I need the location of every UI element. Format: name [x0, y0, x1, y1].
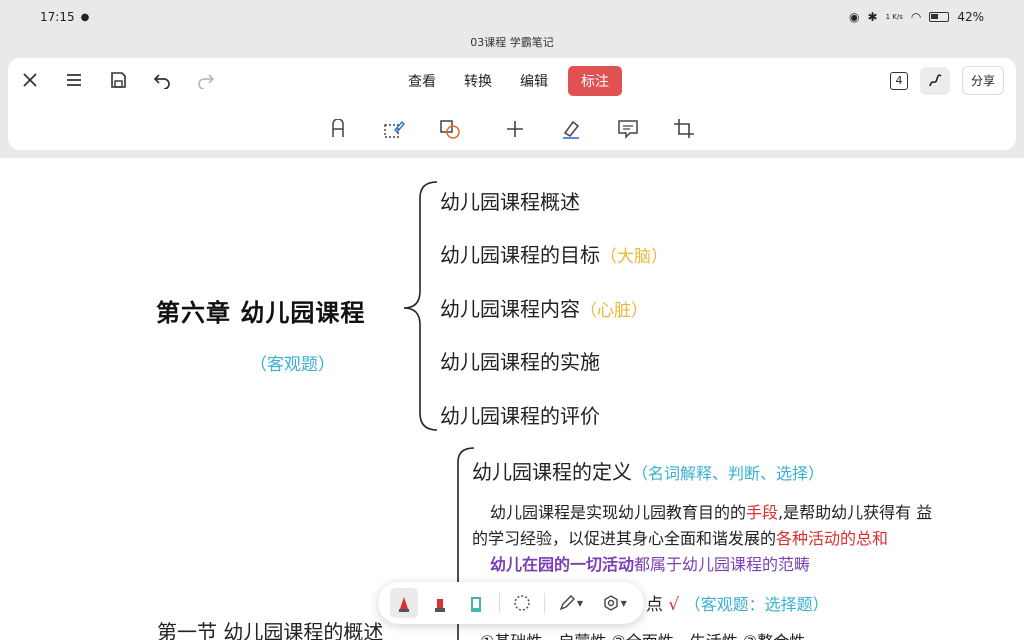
- divider: [498, 593, 500, 613]
- text-tool-icon[interactable]: [325, 116, 351, 142]
- objective-note: （客观题：选择题）: [684, 595, 829, 614]
- branch-note: （大脑）: [600, 247, 668, 267]
- save-icon[interactable]: [104, 66, 132, 94]
- branch-text: 幼儿园课程的实施: [440, 350, 600, 374]
- add-icon[interactable]: [502, 116, 528, 142]
- shape-icon[interactable]: [437, 116, 463, 142]
- document-title: 03课程 学霸笔记: [470, 36, 554, 49]
- objective-partial: 点: [646, 595, 663, 615]
- branch-note: （心脏）: [580, 301, 648, 321]
- branch-text: 幼儿园课程的评价: [440, 404, 600, 428]
- definition-title: 幼儿园课程的定义（名词解释、判断、选择）: [472, 456, 824, 485]
- branch-text: 幼儿园课程内容: [440, 297, 580, 321]
- def-line3-b: 都属于幼儿园课程的范畴: [634, 555, 811, 574]
- def-line1-red: 手段: [746, 503, 779, 522]
- branch-text: 幼儿园课程的目标: [440, 243, 600, 267]
- crop-icon[interactable]: [671, 116, 697, 142]
- toolbar-right: 4 分享: [889, 66, 1004, 95]
- status-right: ◉ ✱ 1 K/s ◠ 42%: [849, 10, 984, 24]
- tab-edit[interactable]: 编辑: [512, 66, 556, 96]
- lasso-icon[interactable]: [508, 588, 536, 618]
- comment-icon[interactable]: [615, 116, 641, 142]
- pen-floating-toolbar: ▼ ▼: [378, 582, 644, 624]
- def-line1-a: 幼儿园课程是实现幼儿园教育目的的: [490, 503, 747, 522]
- eraser-settings-icon[interactable]: ▼: [596, 588, 632, 618]
- share-button[interactable]: 分享: [961, 66, 1004, 95]
- def-line3-bold: 幼儿在园的一切活动: [490, 555, 635, 574]
- net-speed: 1 K/s: [885, 13, 903, 21]
- divider: [543, 593, 545, 613]
- marker-icon[interactable]: [426, 588, 454, 618]
- def-line1-b: ,是帮助幼儿获得有 益: [778, 503, 933, 522]
- objective-line: 点 √ （客观题：选择题）: [646, 590, 829, 615]
- redo-icon[interactable]: [192, 66, 220, 94]
- tab-convert[interactable]: 转换: [456, 66, 500, 96]
- chapter-title: 第六章 幼儿园课程: [156, 299, 366, 327]
- chevron-down-icon: ▼: [576, 598, 584, 608]
- pen-mode-icon[interactable]: [919, 66, 950, 95]
- battery-percent: 42%: [957, 10, 984, 24]
- battery-icon: [929, 12, 950, 22]
- highlighter-icon[interactable]: [558, 116, 584, 142]
- def-line2-red: 各种活动的总和: [776, 529, 889, 548]
- branch-implementation: 幼儿园课程的实施: [440, 346, 600, 375]
- note-canvas[interactable]: 第六章 幼儿园课程 （客观题） 幼儿园课程概述 幼儿园课程的目标（大脑） 幼儿园…: [0, 158, 1024, 640]
- bluetooth-icon: ✱: [867, 10, 878, 24]
- chat-bubble-icon: ●: [80, 11, 90, 23]
- menu-icon[interactable]: [60, 66, 88, 94]
- status-left: 17:15 ●: [40, 10, 89, 24]
- definition-line-1: 幼儿园课程是实现幼儿园教育目的的手段,是帮助幼儿获得有 益: [490, 499, 932, 523]
- close-icon[interactable]: [16, 66, 44, 94]
- features-line: ①基础性、启蒙性 ②全面性、生活性 ③整合性: [480, 628, 805, 640]
- branch-content: 幼儿园课程内容（心脏）: [440, 293, 648, 322]
- check-mark: √: [668, 595, 680, 615]
- pen-icon[interactable]: [390, 588, 419, 618]
- chevron-down-icon: ▼: [620, 598, 627, 608]
- branch-text: 幼儿园课程概述: [440, 190, 580, 214]
- branch-overview: 幼儿园课程概述: [440, 186, 580, 215]
- definition-title-text: 幼儿园课程的定义: [472, 460, 632, 484]
- tab-annotate[interactable]: 标注: [568, 66, 622, 96]
- menu-tabs: 查看 转换 编辑 标注: [400, 66, 622, 96]
- select-edit-icon[interactable]: [381, 116, 407, 142]
- wifi-icon: ◠: [910, 10, 922, 24]
- page-count-badge[interactable]: 4: [889, 71, 908, 90]
- tab-view[interactable]: 查看: [400, 66, 444, 96]
- chapter-note: （客观题）: [250, 355, 335, 375]
- definition-line-2: 的学习经验，以促进其身心全面和谐发展的各种活动的总和: [472, 525, 888, 549]
- def-line2-a: 的学习经验，以促进其身心全面和谐发展的: [472, 529, 777, 548]
- status-time: 17:15: [40, 10, 75, 24]
- status-bar: 17:15 ● ◉ ✱ 1 K/s ◠ 42%: [0, 0, 1024, 34]
- definition-note: （名词解释、判断、选择）: [632, 464, 825, 483]
- pen-settings-icon[interactable]: ▼: [553, 588, 589, 618]
- section-title: 第一节 幼儿园课程的概述: [157, 620, 384, 640]
- highlighter-icon[interactable]: [462, 588, 490, 618]
- undo-icon[interactable]: [148, 66, 176, 94]
- definition-line-3: 幼儿在园的一切活动都属于幼儿园课程的范畴: [490, 551, 810, 575]
- toolbar-main-row: 查看 转换 编辑 标注 4 分享: [8, 66, 1016, 98]
- eye-icon: ◉: [849, 10, 860, 24]
- annotation-tools-row: [8, 116, 1016, 144]
- branch-evaluation: 幼儿园课程的评价: [440, 400, 600, 429]
- branch-goals: 幼儿园课程的目标（大脑）: [440, 239, 668, 268]
- toolbar: 查看 转换 编辑 标注 4 分享: [8, 58, 1016, 150]
